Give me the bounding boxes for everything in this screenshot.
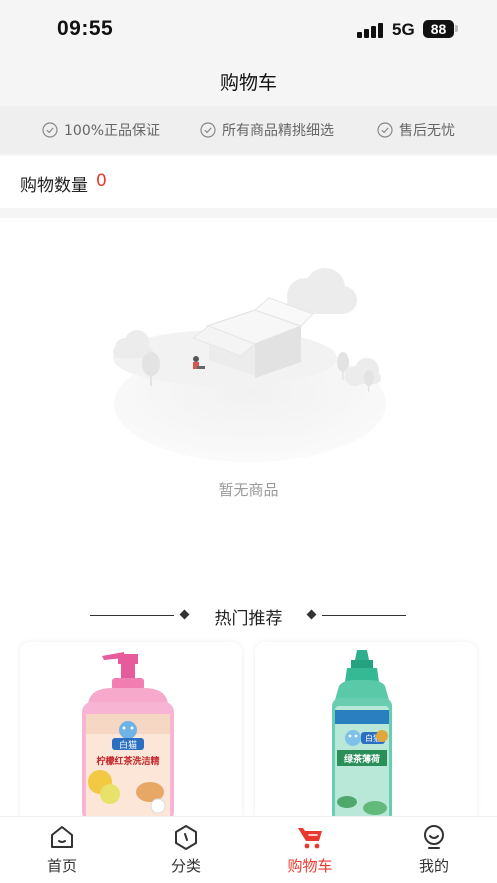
guarantee-text: 100%正品保证 bbox=[64, 123, 161, 139]
battery-cap bbox=[455, 25, 458, 32]
tab-label: 分类 bbox=[170, 857, 201, 875]
page-title: 购物车 bbox=[219, 72, 277, 94]
guarantee-strip: 100%正品保证 所有商品精挑细选 售后无忧 bbox=[0, 106, 497, 154]
nav-header: 购物车 bbox=[0, 58, 497, 106]
empty-cart-text: 暂无商品 bbox=[218, 481, 279, 499]
tab-cart[interactable]: 购物车 bbox=[270, 823, 350, 879]
product-brand: 白猫 bbox=[119, 739, 137, 751]
product-name: 柠檬红茶洗洁精 bbox=[96, 755, 159, 767]
tab-label: 首页 bbox=[46, 857, 77, 875]
recommend-header: 热门推荐 bbox=[0, 601, 497, 631]
product-name: 绿茶薄荷 bbox=[344, 753, 380, 765]
pink-dish-soap-bottle-image: 白猫 柠檬红茶洗洁精 bbox=[82, 652, 174, 822]
product-card[interactable]: 白猫 绿茶薄荷 bbox=[255, 642, 477, 822]
tab-label: 购物车 bbox=[287, 857, 333, 875]
divider-right bbox=[322, 615, 406, 616]
home-icon bbox=[51, 826, 73, 848]
cart-count-value: 0 bbox=[96, 171, 107, 191]
tab-home[interactable]: 首页 bbox=[22, 823, 102, 879]
cart-icon bbox=[298, 828, 322, 849]
green-dish-soap-bottle-image: 白猫 绿茶薄荷 bbox=[332, 650, 392, 822]
guarantee-item: 100%正品保证 bbox=[42, 121, 160, 139]
tab-profile[interactable]: 我的 bbox=[394, 823, 474, 879]
check-circle-icon bbox=[42, 122, 58, 138]
check-circle-icon bbox=[377, 122, 393, 138]
guarantee-text: 售后无忧 bbox=[399, 123, 455, 139]
status-time: 09:55 bbox=[57, 17, 114, 40]
guarantee-item: 所有商品精挑细选 bbox=[200, 121, 334, 139]
guarantee-text: 所有商品精挑细选 bbox=[222, 123, 334, 139]
empty-cart-illustration bbox=[113, 268, 386, 462]
status-bar: 09:55 5G 88 bbox=[0, 0, 497, 58]
product-card[interactable]: 白猫 柠檬红茶洗洁精 bbox=[20, 642, 242, 822]
tab-label: 我的 bbox=[418, 857, 449, 875]
tab-category[interactable]: 分类 bbox=[146, 823, 226, 879]
tab-bar: 首页 分类 购物车 我的 bbox=[0, 816, 497, 883]
profile-icon bbox=[424, 825, 444, 849]
guarantee-item: 售后无忧 bbox=[377, 121, 455, 139]
battery-icon: 88 bbox=[423, 20, 454, 38]
category-icon bbox=[175, 825, 197, 850]
cart-count-row: 购物数量 0 bbox=[0, 156, 497, 208]
check-circle-icon bbox=[200, 122, 216, 138]
recommend-title: 热门推荐 bbox=[214, 609, 283, 629]
signal-icon bbox=[357, 22, 385, 38]
cart-count-label: 购物数量 bbox=[20, 176, 88, 196]
network-type: 5G bbox=[392, 20, 415, 39]
